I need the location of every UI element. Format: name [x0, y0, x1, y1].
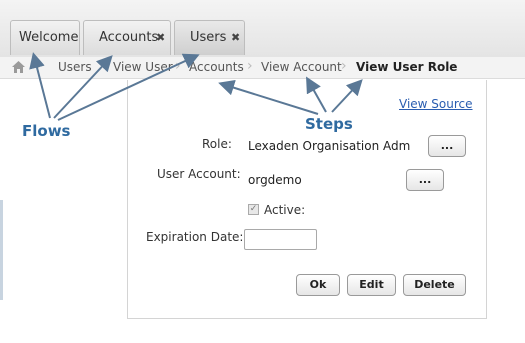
annotation-arrows	[29, 52, 363, 121]
flows-annotation: Flows	[22, 122, 71, 140]
steps-annotation: Steps	[305, 115, 353, 133]
